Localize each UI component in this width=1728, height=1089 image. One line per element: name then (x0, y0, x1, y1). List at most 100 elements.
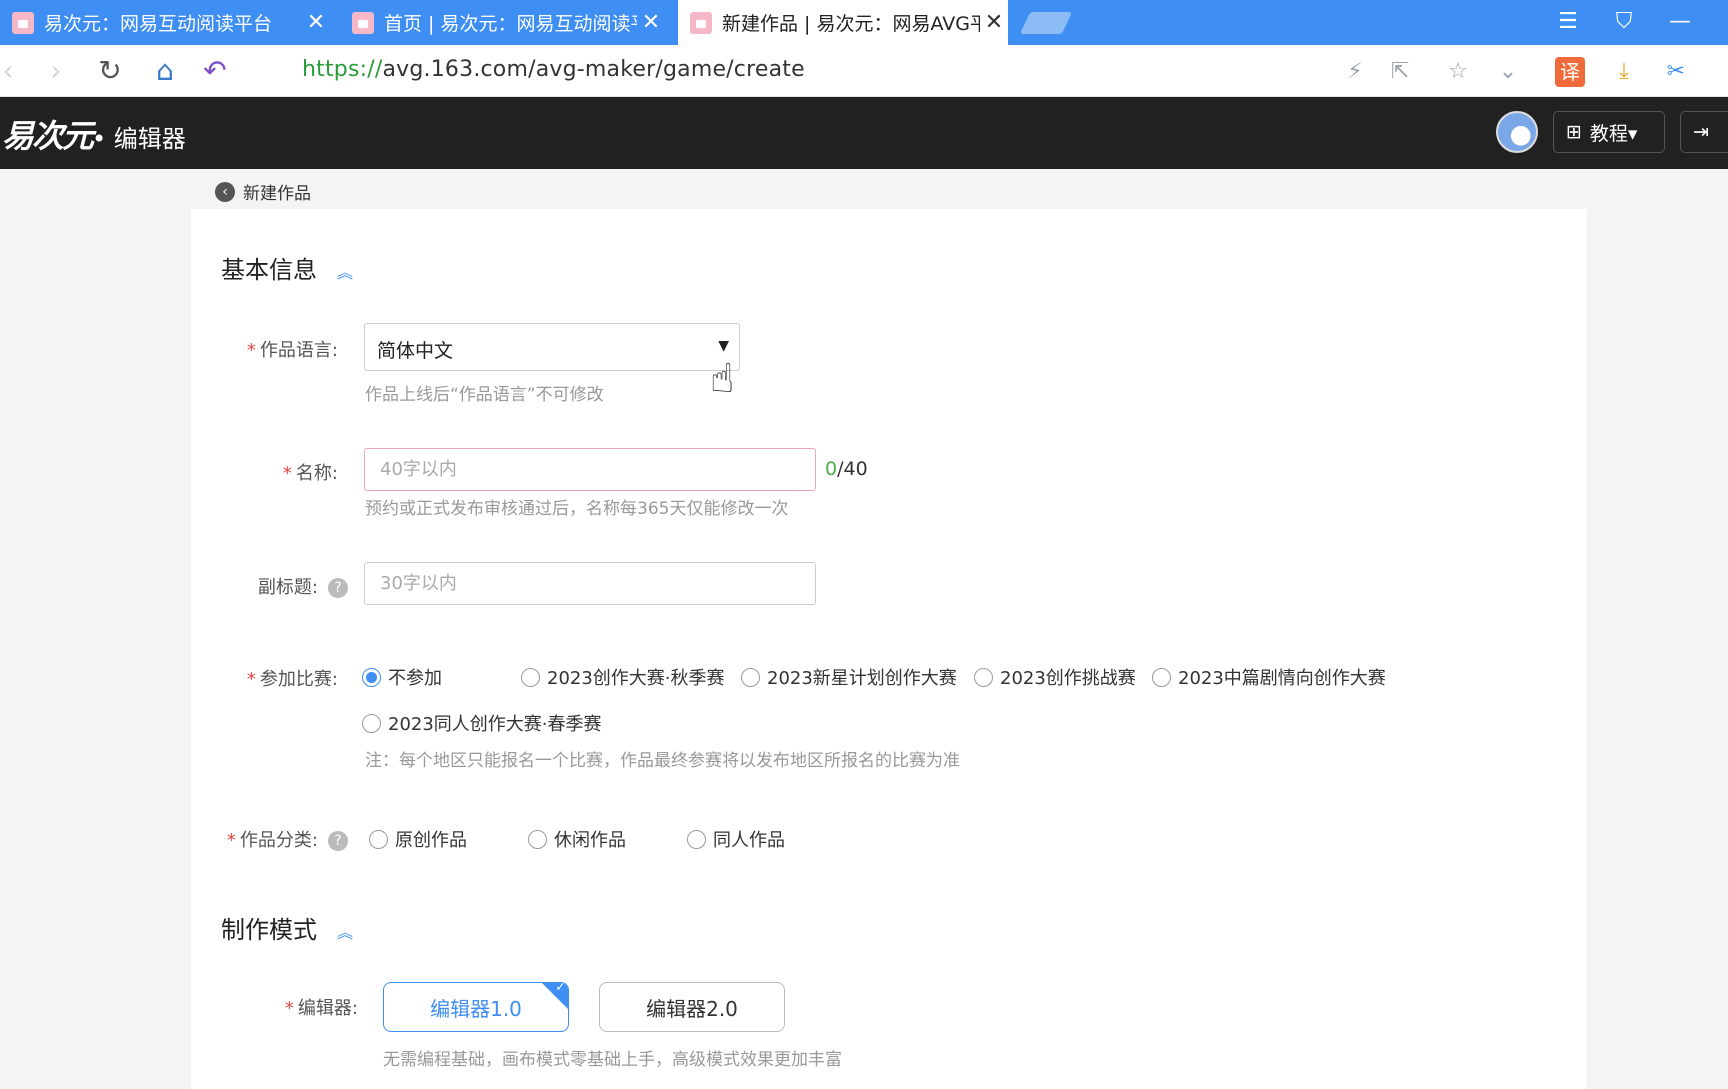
radio-label: 2023新星计划创作大赛 (767, 668, 957, 689)
address-bar: ‹ › ↻ ⌂ ↶ https://avg.163.com/avg-maker/… (0, 45, 1728, 97)
radio-icon (741, 667, 760, 687)
editor-label-text: 编辑器: (297, 998, 358, 1019)
radio-category-casual[interactable]: 休闲作品 (528, 826, 626, 852)
help-icon[interactable]: ? (328, 831, 348, 851)
browser-tab[interactable]: 首页 | 易次元：网易互动阅读平 ✕ (340, 0, 665, 45)
tab-title: 易次元：网易互动阅读平台 (44, 13, 273, 35)
back-icon[interactable]: ‹ (0, 55, 24, 87)
app-name: • 编辑器 (92, 125, 186, 153)
language-hint: 作品上线后“作品语言”不可修改 (365, 385, 604, 405)
radio-contest-fanfic[interactable]: 2023同人创作大赛·春季赛 (362, 710, 602, 736)
subtitle-input[interactable] (364, 562, 816, 605)
tutorial-button[interactable]: ⊞ 教程▾ (1553, 111, 1665, 153)
radio-contest-none[interactable]: 不参加 (362, 664, 442, 690)
tab-title: 新建作品 | 易次元：网易AVG平 (722, 13, 980, 35)
forward-icon[interactable]: › (40, 55, 72, 87)
site-favicon-icon (352, 11, 374, 34)
close-tab-icon[interactable]: ✕ (302, 10, 330, 35)
radio-label: 休闲作品 (554, 830, 626, 851)
radio-label: 2023创作大赛·秋季赛 (547, 668, 725, 689)
help-icon[interactable]: ? (328, 578, 348, 598)
refresh-icon[interactable]: ↻ (94, 55, 126, 87)
name-count: 0 (825, 458, 838, 480)
contest-note: 注：每个地区只能报名一个比赛，作品最终参赛将以发布地区所报名的比赛为准 (365, 751, 960, 771)
star-icon[interactable]: ☆ (1443, 57, 1473, 87)
language-value: 简体中文 (377, 340, 454, 362)
category-label: * 作品分类:? (220, 826, 348, 852)
radio-contest-midlength[interactable]: 2023中篇剧情向创作大赛 (1152, 664, 1386, 690)
radio-label: 2023创作挑战赛 (1000, 668, 1136, 689)
undo-icon[interactable]: ↶ (199, 55, 231, 87)
minimize-icon[interactable]: — (1665, 8, 1695, 36)
book-icon: ⊞ (1566, 121, 1582, 143)
radio-contest-autumn[interactable]: 2023创作大赛·秋季赛 (521, 664, 725, 690)
url-field[interactable]: https://avg.163.com/avg-maker/game/creat… (302, 57, 805, 82)
hand-cursor-icon: ☝ (710, 356, 735, 402)
home-icon[interactable]: ⌂ (149, 55, 181, 87)
collapse-icon[interactable]: ︽ (337, 923, 353, 942)
editor-1-button[interactable]: 编辑器1.0 ✓ (383, 982, 569, 1032)
name-label: * 名称: (282, 463, 338, 484)
radio-icon (974, 667, 993, 687)
avatar[interactable] (1496, 111, 1538, 153)
new-tab-button[interactable] (1019, 12, 1073, 34)
editor-label: * 编辑器: (284, 998, 358, 1019)
radio-icon (369, 829, 388, 849)
logout-button[interactable]: ⇥ (1680, 111, 1728, 153)
back-label: 新建作品 (243, 184, 311, 204)
radio-icon (1152, 667, 1171, 687)
collapse-icon[interactable]: ︽ (337, 263, 353, 282)
browser-tab[interactable]: 易次元：网易互动阅读平台 ✕ (0, 0, 330, 45)
radio-icon (521, 667, 540, 687)
name-hint: 预约或正式发布审核通过后，名称每365天仅能修改一次 (365, 499, 789, 519)
lightning-icon[interactable]: ⚡ (1340, 57, 1370, 87)
app-header: 易次元 • 编辑器 ⊞ 教程▾ ⇥ (0, 97, 1728, 169)
editor-option-label: 编辑器1.0 (430, 996, 522, 1021)
radio-checked-icon (362, 667, 381, 687)
radio-label: 2023同人创作大赛·春季赛 (388, 714, 602, 735)
radio-category-original[interactable]: 原创作品 (369, 826, 467, 852)
browser-tab-active[interactable]: 新建作品 | 易次元：网易AVG平 ✕ (678, 0, 1008, 45)
close-tab-icon[interactable]: ✕ (637, 10, 665, 35)
editor-2-button[interactable]: 编辑器2.0 (599, 982, 785, 1032)
tutorial-label: 教程▾ (1589, 122, 1638, 145)
name-label-text: 名称: (295, 463, 338, 484)
language-select[interactable]: 简体中文 ▼ (364, 323, 740, 371)
subtitle-label-text: 副标题: (257, 577, 318, 598)
radio-label: 2023中篇剧情向创作大赛 (1178, 668, 1386, 689)
name-input[interactable] (364, 448, 816, 491)
editor-hint: 无需编程基础，画布模式零基础上手，高级模式效果更加丰富 (383, 1050, 842, 1070)
section-title-text: 基本信息 (221, 256, 317, 284)
skin-icon[interactable]: ⛉ (1609, 8, 1639, 36)
radio-icon (687, 829, 706, 849)
language-label: * 作品语言: (246, 340, 338, 361)
menu-icon[interactable]: ☰ (1553, 8, 1583, 36)
language-label-text: 作品语言: (259, 340, 338, 361)
tab-title: 首页 | 易次元：网易互动阅读平 (384, 13, 637, 35)
radio-contest-challenge[interactable]: 2023创作挑战赛 (974, 664, 1136, 690)
download-icon[interactable]: ⤓ (1609, 57, 1639, 87)
site-favicon-icon (12, 11, 34, 34)
scissors-icon[interactable]: ✂ (1661, 57, 1691, 87)
url-scheme: https:// (302, 57, 383, 82)
radio-label: 不参加 (388, 668, 442, 689)
dropdown-caret-icon: ▼ (718, 338, 729, 354)
close-tab-icon[interactable]: ✕ (980, 10, 1008, 35)
radio-contest-newstar[interactable]: 2023新星计划创作大赛 (741, 664, 957, 690)
chevron-left-icon[interactable]: ‹ (215, 181, 235, 202)
browser-tab-bar: 易次元：网易互动阅读平台 ✕ 首页 | 易次元：网易互动阅读平 ✕ 新建作品 |… (0, 0, 1728, 45)
radio-label: 同人作品 (713, 830, 785, 851)
logout-icon: ⇥ (1693, 121, 1709, 143)
radio-icon (528, 829, 547, 849)
share-icon[interactable]: ⇱ (1385, 57, 1415, 87)
subtitle-label: 副标题:? (220, 573, 348, 599)
breadcrumb[interactable]: ‹ 新建作品 (215, 179, 311, 204)
logo[interactable]: 易次元 (2, 111, 94, 157)
chevron-down-icon[interactable]: ⌄ (1493, 57, 1523, 87)
translate-button[interactable]: 译 (1555, 57, 1585, 87)
section-title-mode: 制作模式 ︽ (221, 910, 353, 945)
radio-icon (362, 713, 381, 733)
site-favicon-icon (690, 11, 712, 34)
url-path: avg.163.com/avg-maker/game/create (382, 57, 805, 82)
radio-category-fanfic[interactable]: 同人作品 (687, 826, 785, 852)
